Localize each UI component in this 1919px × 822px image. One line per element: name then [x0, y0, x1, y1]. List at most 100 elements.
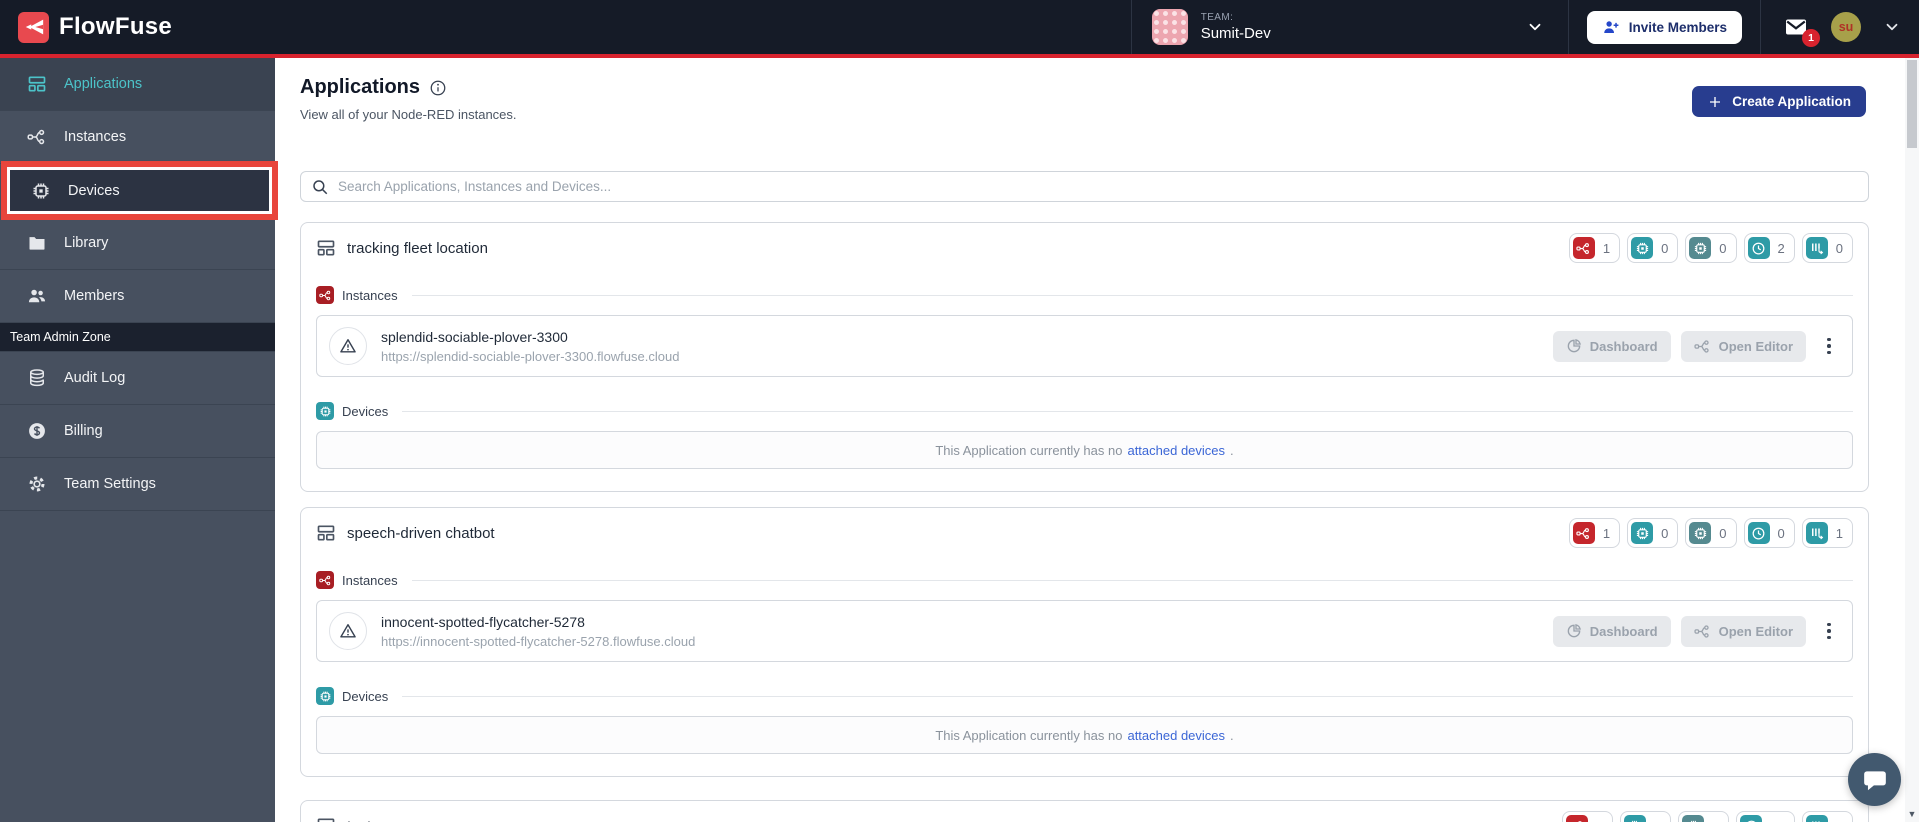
application-card-header[interactable]: speech-driven chatbot 1 0 0 0 1: [301, 508, 1868, 558]
open-editor-label: Open Editor: [1718, 623, 1793, 639]
chat-widget-button[interactable]: [1848, 753, 1901, 806]
divider: [411, 579, 1853, 581]
badge-devices[interactable]: 0: [1627, 518, 1679, 548]
instances-icon: [27, 127, 47, 147]
sidebar-item-label: Team Settings: [64, 476, 156, 492]
sidebar-item-audit-log[interactable]: Audit Log: [0, 352, 275, 405]
badge-count: 1: [1835, 525, 1843, 541]
notifications-button[interactable]: 1: [1783, 15, 1820, 47]
instance-status-icon: [329, 612, 367, 650]
badge-count: 0: [1661, 525, 1669, 541]
badge-device-groups[interactable]: 0: [1678, 811, 1730, 822]
devices-section-label: Devices: [342, 403, 389, 419]
badge-snapshots[interactable]: 0: [1743, 518, 1795, 548]
sidebar-item-members[interactable]: Members: [0, 270, 275, 323]
open-editor-label: Open Editor: [1718, 338, 1793, 354]
invite-members-label: Invite Members: [1628, 19, 1727, 35]
instances-icon: [316, 571, 334, 589]
scrollbar-down-arrow[interactable]: ▼: [1907, 809, 1917, 819]
application-icon: [316, 816, 336, 822]
application-card-header[interactable]: tracking fleet location 1 0 0 2 0: [301, 223, 1868, 273]
application-icon: [316, 523, 336, 543]
team-selector[interactable]: TEAM: Sumit-Dev: [1130, 0, 1568, 54]
invite-members-button[interactable]: Invite Members: [1586, 10, 1742, 44]
team-name: Sumit-Dev: [1200, 25, 1271, 42]
application-name: test: [347, 818, 371, 822]
devices-icon: [31, 181, 51, 201]
badge-pipelines[interactable]: 0: [1801, 811, 1853, 822]
badge-snapshots[interactable]: 20: [1736, 811, 1795, 822]
pipeline-icon: [1805, 522, 1828, 544]
dashboard-button[interactable]: Dashboard: [1552, 330, 1671, 362]
kebab-menu-icon[interactable]: [1818, 616, 1840, 646]
application-icon: [316, 238, 336, 258]
sidebar-item-label: Library: [64, 235, 109, 251]
chevron-down-icon: [1526, 18, 1544, 36]
kebab-menu-icon[interactable]: [1818, 331, 1840, 361]
notification-badge: 1: [1802, 29, 1820, 47]
application-card: speech-driven chatbot 1 0 0 0 1 Instance…: [300, 507, 1869, 777]
dashboard-label: Dashboard: [1589, 338, 1658, 354]
badge-device-groups[interactable]: 0: [1685, 233, 1737, 263]
devices-icon: [316, 402, 334, 420]
instances-icon: [316, 286, 334, 304]
badge-instances[interactable]: 2: [1561, 811, 1613, 822]
sidebar-item-label: Instances: [64, 129, 127, 145]
badge-devices[interactable]: 0: [1627, 233, 1679, 263]
badge-device-groups[interactable]: 0: [1685, 518, 1737, 548]
sidebar-item-label: Devices: [68, 182, 120, 199]
attached-devices-link[interactable]: attached devices: [1127, 728, 1225, 743]
badge-count: 1: [1602, 240, 1611, 256]
instance-row[interactable]: innocent-spotted-flycatcher-5278 https:/…: [316, 600, 1853, 662]
pipeline-icon: [1805, 815, 1828, 822]
application-card: tracking fleet location 1 0 0 2 0 Instan…: [300, 222, 1869, 492]
instance-row[interactable]: splendid-sociable-plover-3300 https://sp…: [316, 315, 1853, 377]
badge-snapshots[interactable]: 2: [1743, 233, 1795, 263]
info-icon[interactable]: [429, 79, 447, 97]
sidebar-item-billing[interactable]: Billing: [0, 405, 275, 458]
vertical-scrollbar[interactable]: ▼: [1905, 58, 1919, 822]
node-red-icon: [1694, 338, 1711, 355]
sidebar-item-team-settings[interactable]: Team Settings: [0, 458, 275, 511]
applications-icon: [27, 74, 47, 94]
device-icon: [1631, 522, 1654, 544]
application-card-header[interactable]: test 2 1 0 20: [301, 801, 1868, 822]
badge-devices[interactable]: 1: [1619, 811, 1672, 822]
divider: [402, 410, 1853, 412]
sidebar-item-label: Applications: [64, 76, 143, 92]
sidebar-item-label: Members: [64, 288, 125, 304]
user-avatar[interactable]: su: [1831, 12, 1861, 42]
attached-devices-link[interactable]: attached devices: [1127, 443, 1225, 458]
page-title: Applications: [300, 76, 421, 98]
application-card: test 2 1 0 20: [300, 800, 1869, 822]
user-menu-chevron-icon[interactable]: [1883, 18, 1901, 36]
flowfuse-logo[interactable]: FlowFuse: [0, 11, 172, 43]
sidebar-item-applications[interactable]: Applications: [0, 58, 275, 111]
pie-chart-icon: [1566, 338, 1582, 354]
dashboard-button[interactable]: Dashboard: [1552, 615, 1671, 647]
badge-instances[interactable]: 1: [1568, 518, 1621, 548]
sidebar: Applications Instances Devices Library M…: [0, 58, 278, 822]
sidebar-item-devices[interactable]: Devices: [7, 167, 272, 214]
top-navbar: FlowFuse TEAM: Sumit-Dev Invite Members: [0, 0, 1919, 54]
sidebar-item-instances[interactable]: Instances: [0, 111, 275, 164]
search-input[interactable]: [338, 179, 1858, 194]
empty-text: This Application currently has no: [935, 727, 1123, 743]
instances-icon: [1572, 237, 1595, 259]
badge-instances[interactable]: 1: [1568, 233, 1621, 263]
folder-icon: [27, 233, 47, 253]
pipeline-icon: [1805, 237, 1828, 259]
badge-pipelines[interactable]: 1: [1801, 518, 1853, 548]
sidebar-item-library[interactable]: Library: [0, 217, 275, 270]
badge-pipelines[interactable]: 0: [1801, 233, 1853, 263]
search-icon: [311, 178, 329, 196]
open-editor-button[interactable]: Open Editor: [1680, 615, 1806, 647]
scrollbar-thumb[interactable]: [1907, 60, 1917, 148]
application-name: tracking fleet location: [347, 239, 488, 257]
badge-count: 0: [1835, 240, 1843, 256]
instances-section-label: Instances: [342, 572, 398, 588]
open-editor-button[interactable]: Open Editor: [1680, 330, 1806, 362]
create-application-button[interactable]: Create Application: [1692, 86, 1866, 117]
instance-url: https://splendid-sociable-plover-3300.fl…: [381, 348, 680, 364]
instance-url: https://innocent-spotted-flycatcher-5278…: [381, 633, 696, 649]
